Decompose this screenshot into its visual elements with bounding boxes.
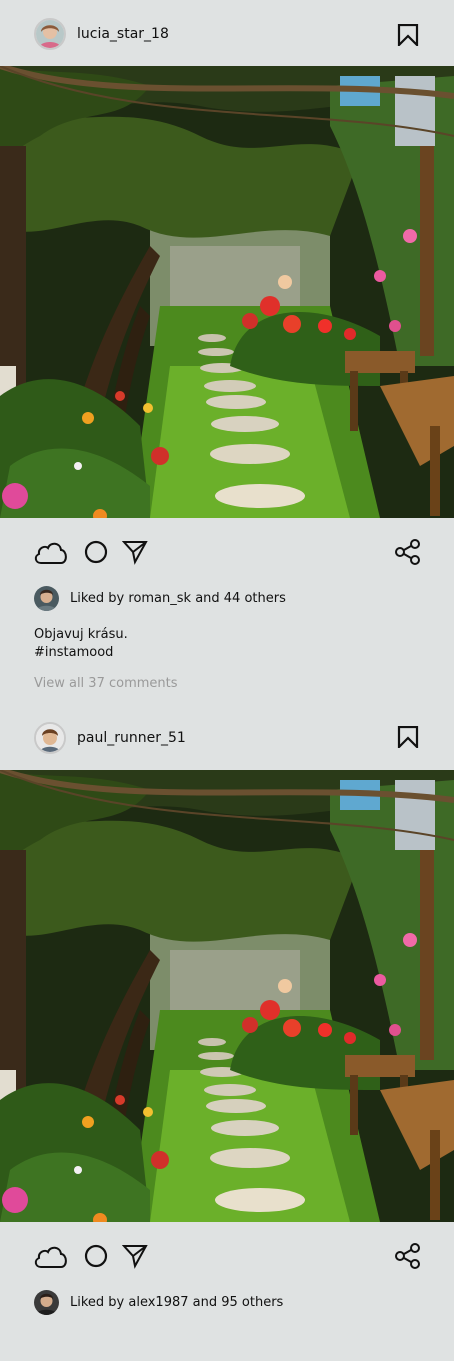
cloud-icon[interactable] <box>33 1243 69 1269</box>
cloud-icon[interactable] <box>33 539 69 565</box>
send-icon[interactable] <box>122 1243 148 1269</box>
liker-avatar[interactable] <box>34 586 59 611</box>
likes-row: Liked by roman_sk and 44 others <box>0 584 454 618</box>
share-icon[interactable] <box>394 1243 422 1269</box>
post-1: lucia_star_18 Liked by roman_sk and 44 o… <box>0 0 454 700</box>
username[interactable]: lucia_star_18 <box>77 26 169 42</box>
post-header: lucia_star_18 <box>0 0 454 66</box>
likes-row: Liked by alex1987 and 95 others <box>0 1288 454 1322</box>
bookmark-icon[interactable] <box>397 726 419 748</box>
send-icon[interactable] <box>122 539 148 565</box>
bookmark-icon[interactable] <box>397 24 419 46</box>
likes-text[interactable]: Liked by roman_sk and 44 others <box>70 591 286 606</box>
action-bar <box>0 1222 454 1288</box>
username[interactable]: paul_runner_51 <box>77 730 186 746</box>
avatar[interactable] <box>34 18 66 50</box>
liker-avatar[interactable] <box>34 1290 59 1315</box>
circle-icon[interactable] <box>83 1243 109 1269</box>
circle-icon[interactable] <box>83 539 109 565</box>
share-icon[interactable] <box>394 539 422 565</box>
view-comments-link[interactable]: View all 37 comments <box>0 662 454 700</box>
post-image[interactable] <box>0 66 454 518</box>
avatar[interactable] <box>34 722 66 754</box>
likes-text[interactable]: Liked by alex1987 and 95 others <box>70 1295 283 1310</box>
post-image[interactable] <box>0 770 454 1222</box>
caption-hashtag[interactable]: #instamood <box>34 644 420 662</box>
post-header: paul_runner_51 <box>0 700 454 770</box>
action-bar <box>0 518 454 584</box>
caption-text: Objavuj krásu. <box>34 627 128 642</box>
post-2: paul_runner_51 Liked by alex1987 and 95 … <box>0 700 454 1322</box>
caption: Objavuj krásu. #instamood <box>0 618 454 662</box>
